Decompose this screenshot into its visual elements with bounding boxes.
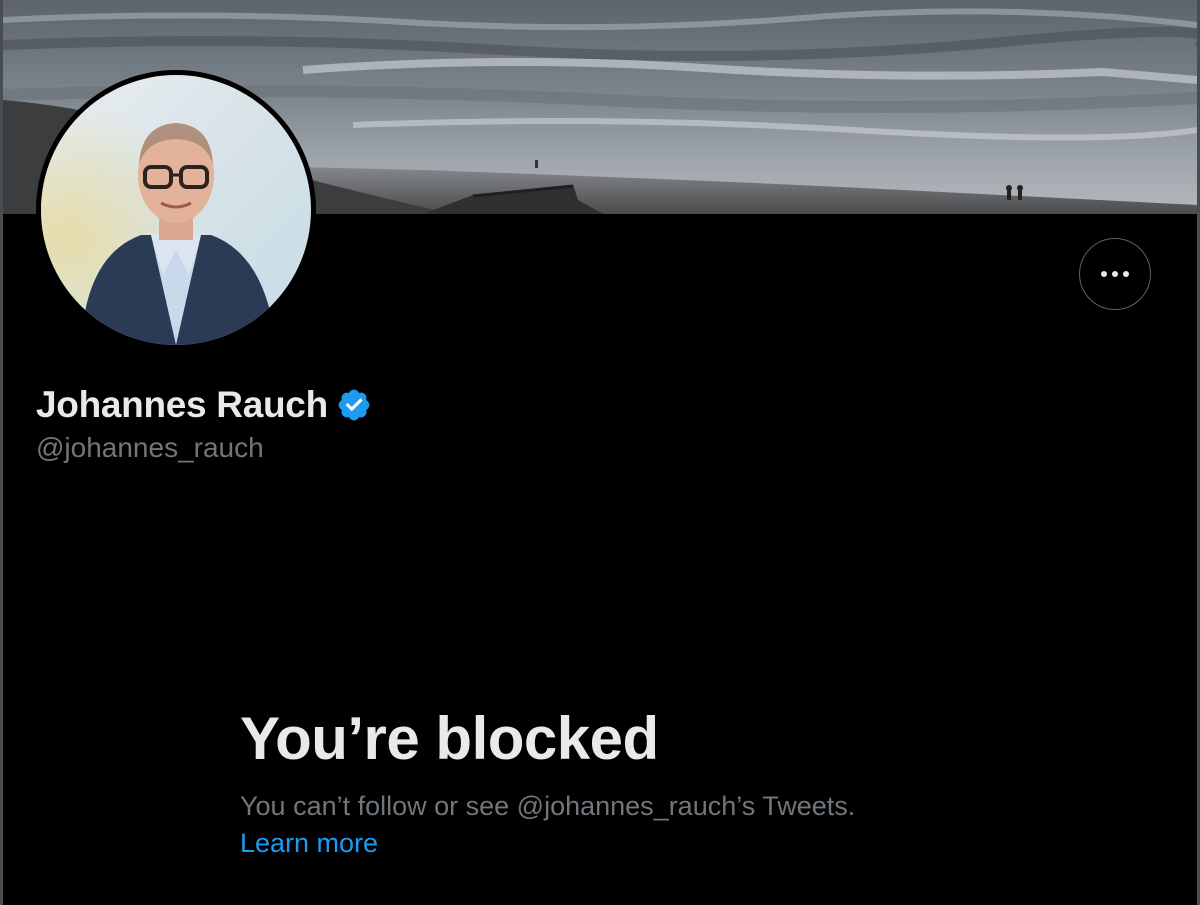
more-options-button[interactable] xyxy=(1079,238,1151,310)
verified-badge-icon[interactable] xyxy=(336,387,372,423)
display-name: Johannes Rauch xyxy=(36,384,328,425)
profile-avatar[interactable] xyxy=(36,70,316,350)
profile-handle: @johannes_rauch xyxy=(36,432,264,463)
learn-more-link[interactable]: Learn more xyxy=(240,823,378,863)
blocked-description: You can’t follow or see @johannes_rauch’… xyxy=(240,791,856,821)
profile-name-row: Johannes Rauch xyxy=(36,384,372,426)
blocked-notice: You’re blocked You can’t follow or see @… xyxy=(240,703,1000,863)
blocked-title: You’re blocked xyxy=(240,705,659,772)
more-options-icon xyxy=(1101,271,1129,277)
